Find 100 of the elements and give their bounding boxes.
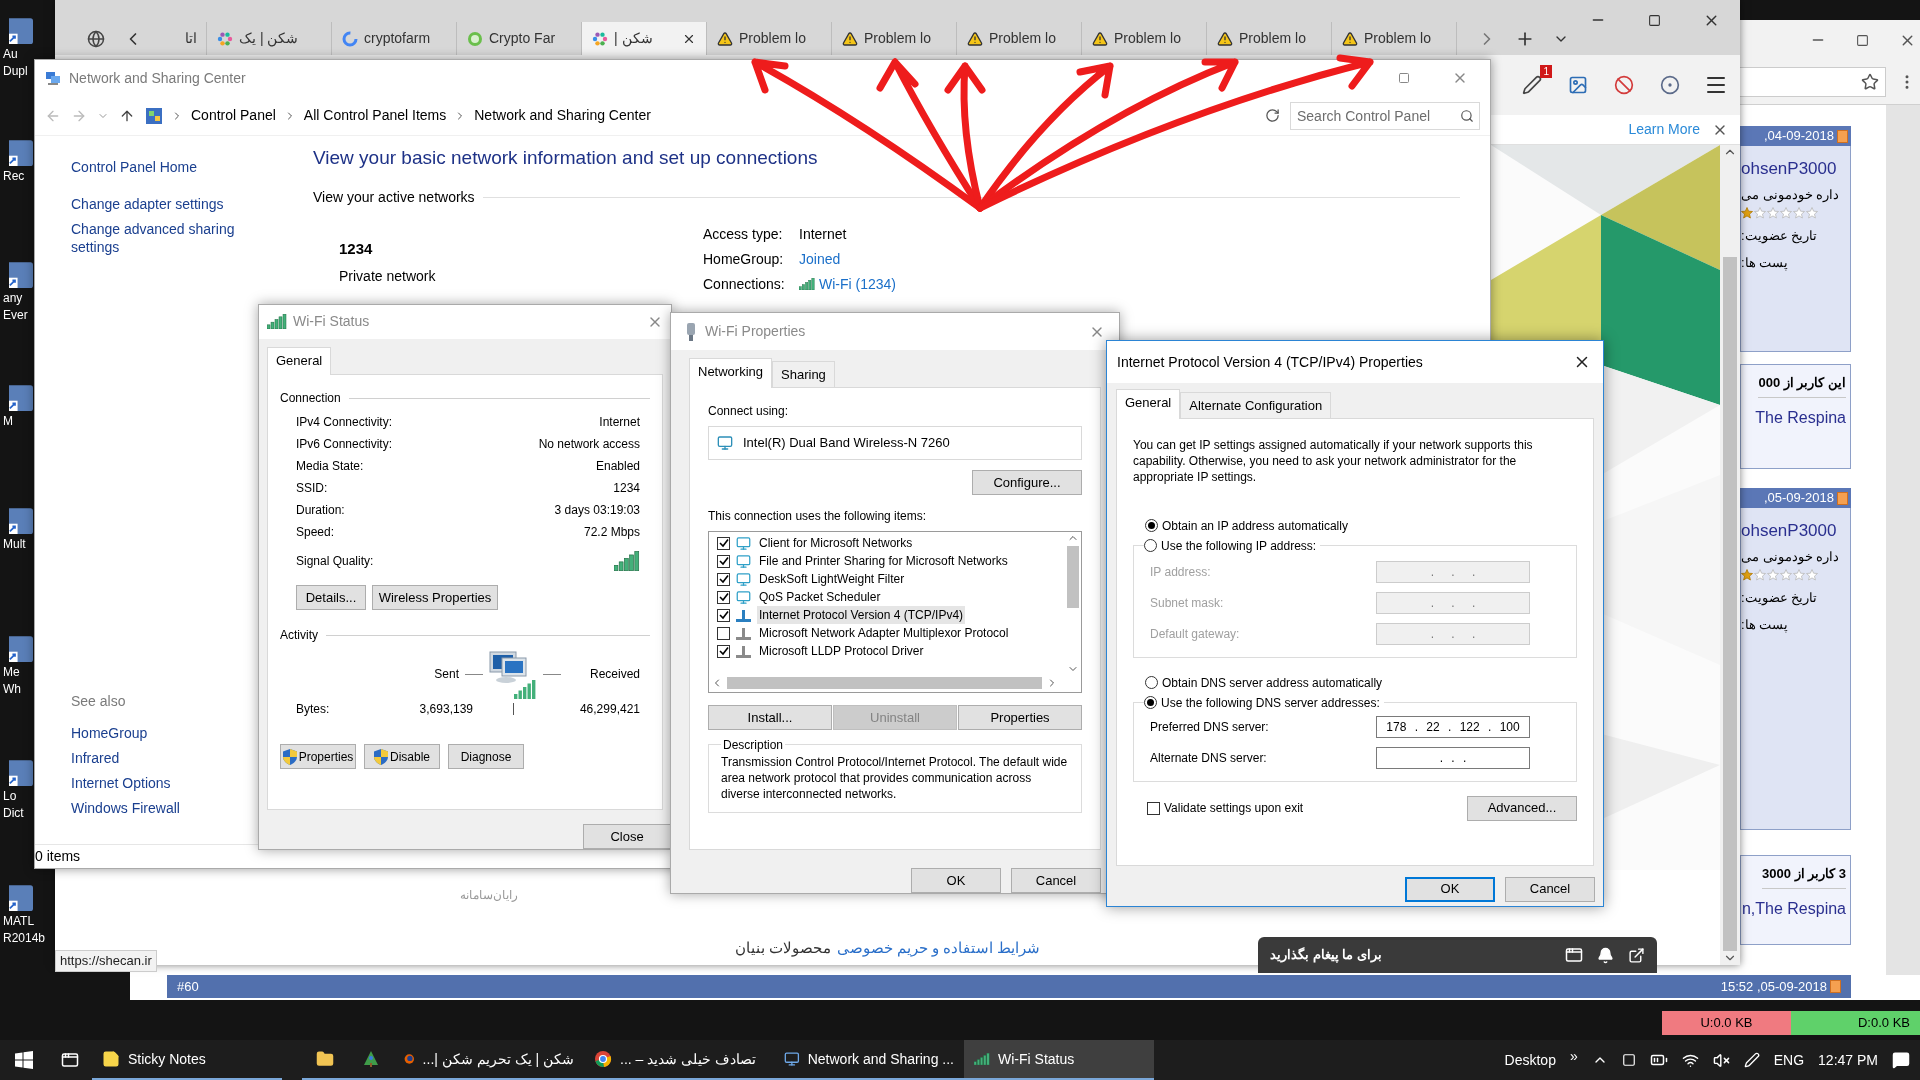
shortcut-icon[interactable] xyxy=(9,636,33,664)
list-item[interactable]: Internet Protocol Version 4 (TCP/IPv4) xyxy=(757,606,966,625)
footer-link[interactable]: شرایط استفاده و حریم خصوصی xyxy=(836,936,1041,959)
list-item[interactable]: Microsoft LLDP Protocol Driver xyxy=(757,642,926,661)
post-number[interactable]: #60 xyxy=(177,976,199,997)
list-item[interactable]: Microsoft Network Adapter Multiplexor Protocol xyxy=(757,624,1011,643)
scrollbar[interactable] xyxy=(1720,145,1740,965)
language-indicator[interactable]: ENG xyxy=(1773,1049,1805,1071)
sidebar-link[interactable]: Control Panel Home xyxy=(71,158,271,176)
clock[interactable]: 12:47 PM xyxy=(1818,1049,1878,1071)
wireless-properties-button[interactable]: Wireless Properties xyxy=(372,585,498,611)
checkbox[interactable] xyxy=(717,590,730,604)
breadcrumb-item[interactable]: Control Panel xyxy=(191,105,276,126)
shortcut-icon[interactable] xyxy=(9,140,33,168)
checkbox[interactable] xyxy=(717,554,730,568)
cancel-button[interactable]: Cancel xyxy=(1011,868,1101,893)
extension-button[interactable] xyxy=(1658,73,1682,97)
breadcrumb-item[interactable]: Network and Sharing Center xyxy=(474,105,651,126)
breadcrumb-item[interactable]: All Control Panel Items xyxy=(303,105,447,126)
thanks-names[interactable]: The Respina xyxy=(1755,405,1846,430)
ip-field[interactable]: . . . xyxy=(1376,746,1530,769)
ip-field[interactable]: 178 . 22 . 122 . 100 xyxy=(1376,715,1530,738)
configure-button[interactable]: Configure... xyxy=(972,469,1082,495)
shortcut-icon[interactable] xyxy=(9,262,33,290)
sidebar-link[interactable]: Change advanced sharing settings xyxy=(71,220,271,256)
checkbox[interactable] xyxy=(1147,801,1160,815)
notifications-icon[interactable] xyxy=(1892,1051,1910,1069)
dialog-tab[interactable]: Alternate Configuration xyxy=(1180,392,1332,418)
bookmark-icon[interactable] xyxy=(1861,73,1879,91)
start-button[interactable] xyxy=(15,1051,33,1069)
taskbar-item[interactable]: Wi-Fi Status xyxy=(964,1040,1154,1080)
checkbox-label[interactable]: Validate settings upon exit xyxy=(1164,799,1304,817)
property-link[interactable]: Joined xyxy=(799,248,841,270)
checkbox[interactable] xyxy=(717,572,730,586)
connection-link[interactable]: Wi-Fi (1234) xyxy=(799,273,896,295)
shortcut-icon[interactable] xyxy=(9,18,33,46)
close-dialog-button[interactable]: Close xyxy=(583,824,671,849)
shortcut-icon[interactable] xyxy=(9,885,33,913)
globe-icon[interactable] xyxy=(87,29,105,48)
ok-button[interactable]: OK xyxy=(1405,876,1495,902)
details-button[interactable]: Details... xyxy=(296,585,366,611)
cancel-button[interactable]: Cancel xyxy=(1505,876,1595,902)
learn-more-link[interactable]: Learn More xyxy=(1628,119,1700,140)
desktop-toolbar[interactable]: Desktop xyxy=(1504,1049,1556,1071)
option-label[interactable]: Obtain an IP address automatically xyxy=(1162,516,1348,535)
install-button[interactable]: Install... xyxy=(708,704,832,730)
popout-icon[interactable] xyxy=(1628,946,1645,964)
taskbar-item[interactable]: Sticky Notes xyxy=(92,1040,282,1080)
sidebar-link[interactable]: Change adapter settings xyxy=(71,195,271,213)
disable-button[interactable]: Disable xyxy=(364,744,440,770)
list-item[interactable]: QoS Packet Scheduler xyxy=(757,588,883,607)
properties-button[interactable]: Properties xyxy=(958,704,1082,730)
task-view-icon[interactable] xyxy=(61,1051,79,1069)
checkbox[interactable] xyxy=(717,536,730,550)
radio-button[interactable] xyxy=(1144,696,1157,709)
icon-label: Rec xyxy=(3,168,25,185)
list-item[interactable]: Client for Microsoft Networks xyxy=(757,534,915,553)
scrollbar[interactable] xyxy=(1886,105,1920,975)
radio-button[interactable] xyxy=(1145,676,1158,689)
shortcut-icon[interactable] xyxy=(9,385,33,413)
extension-button[interactable] xyxy=(1612,73,1636,97)
dialog-tab[interactable]: Networking xyxy=(689,358,773,388)
option-label[interactable]: Obtain DNS server address automatically xyxy=(1162,673,1383,692)
pen-icon[interactable] xyxy=(1743,1052,1760,1068)
address-bar[interactable]: Control Panel All Control Panel Items Network and Sharing Center xyxy=(145,102,1255,129)
taskbar-item[interactable]: تصادف خیلی شدید – ... xyxy=(584,1040,774,1080)
bell-icon[interactable] xyxy=(1597,946,1614,964)
maximize-button[interactable] xyxy=(1648,13,1661,27)
extension-button[interactable] xyxy=(1520,73,1544,97)
search-field[interactable]: Search Control Panel xyxy=(1290,101,1480,130)
radio-button[interactable] xyxy=(1144,539,1157,552)
option-label[interactable]: Use the following IP address: xyxy=(1161,536,1317,555)
username[interactable]: ohsenP3000 xyxy=(1741,156,1837,182)
shortcut-icon[interactable] xyxy=(9,508,33,536)
browser-tab[interactable]: شکن | xyxy=(582,22,707,55)
radio-button[interactable] xyxy=(1145,519,1158,532)
dialog-tab[interactable]: Sharing xyxy=(772,361,835,387)
tray-app-icon[interactable] xyxy=(1621,1053,1636,1067)
shortcut-icon[interactable] xyxy=(9,760,33,788)
taskbar-item[interactable]: شکن | یک تحریم شکن |... xyxy=(394,1040,584,1080)
properties-button[interactable]: Properties xyxy=(280,744,356,770)
chat-widget[interactable]: برای ما پیغام بگذارید xyxy=(1258,937,1657,973)
refresh-button[interactable] xyxy=(1265,108,1280,123)
list-item[interactable]: DeskSoft LightWeight Filter xyxy=(757,570,907,589)
advanced-button[interactable]: Advanced... xyxy=(1467,795,1577,821)
thanks-names[interactable]: n,The Respina xyxy=(1741,896,1846,921)
list-item[interactable]: File and Printer Sharing for Microsoft Networks xyxy=(757,552,1010,571)
option-label[interactable]: Use the following DNS server addresses: xyxy=(1161,693,1380,712)
dialog-tab[interactable]: General xyxy=(1116,389,1181,419)
username[interactable]: ohsenP3000 xyxy=(1741,518,1837,544)
checkbox[interactable] xyxy=(717,644,730,658)
toolbar-chevron[interactable]: » xyxy=(1569,1045,1578,1067)
ok-button[interactable]: OK xyxy=(911,868,1001,893)
window-icon[interactable] xyxy=(1565,946,1583,964)
checkbox[interactable] xyxy=(717,626,730,640)
checkbox[interactable] xyxy=(717,608,730,622)
diagnose-button[interactable]: Diagnose xyxy=(448,744,524,770)
dialog-tab[interactable]: General xyxy=(267,346,332,376)
maximize-button[interactable] xyxy=(1856,33,1869,47)
volume-icon[interactable] xyxy=(1712,1051,1730,1069)
